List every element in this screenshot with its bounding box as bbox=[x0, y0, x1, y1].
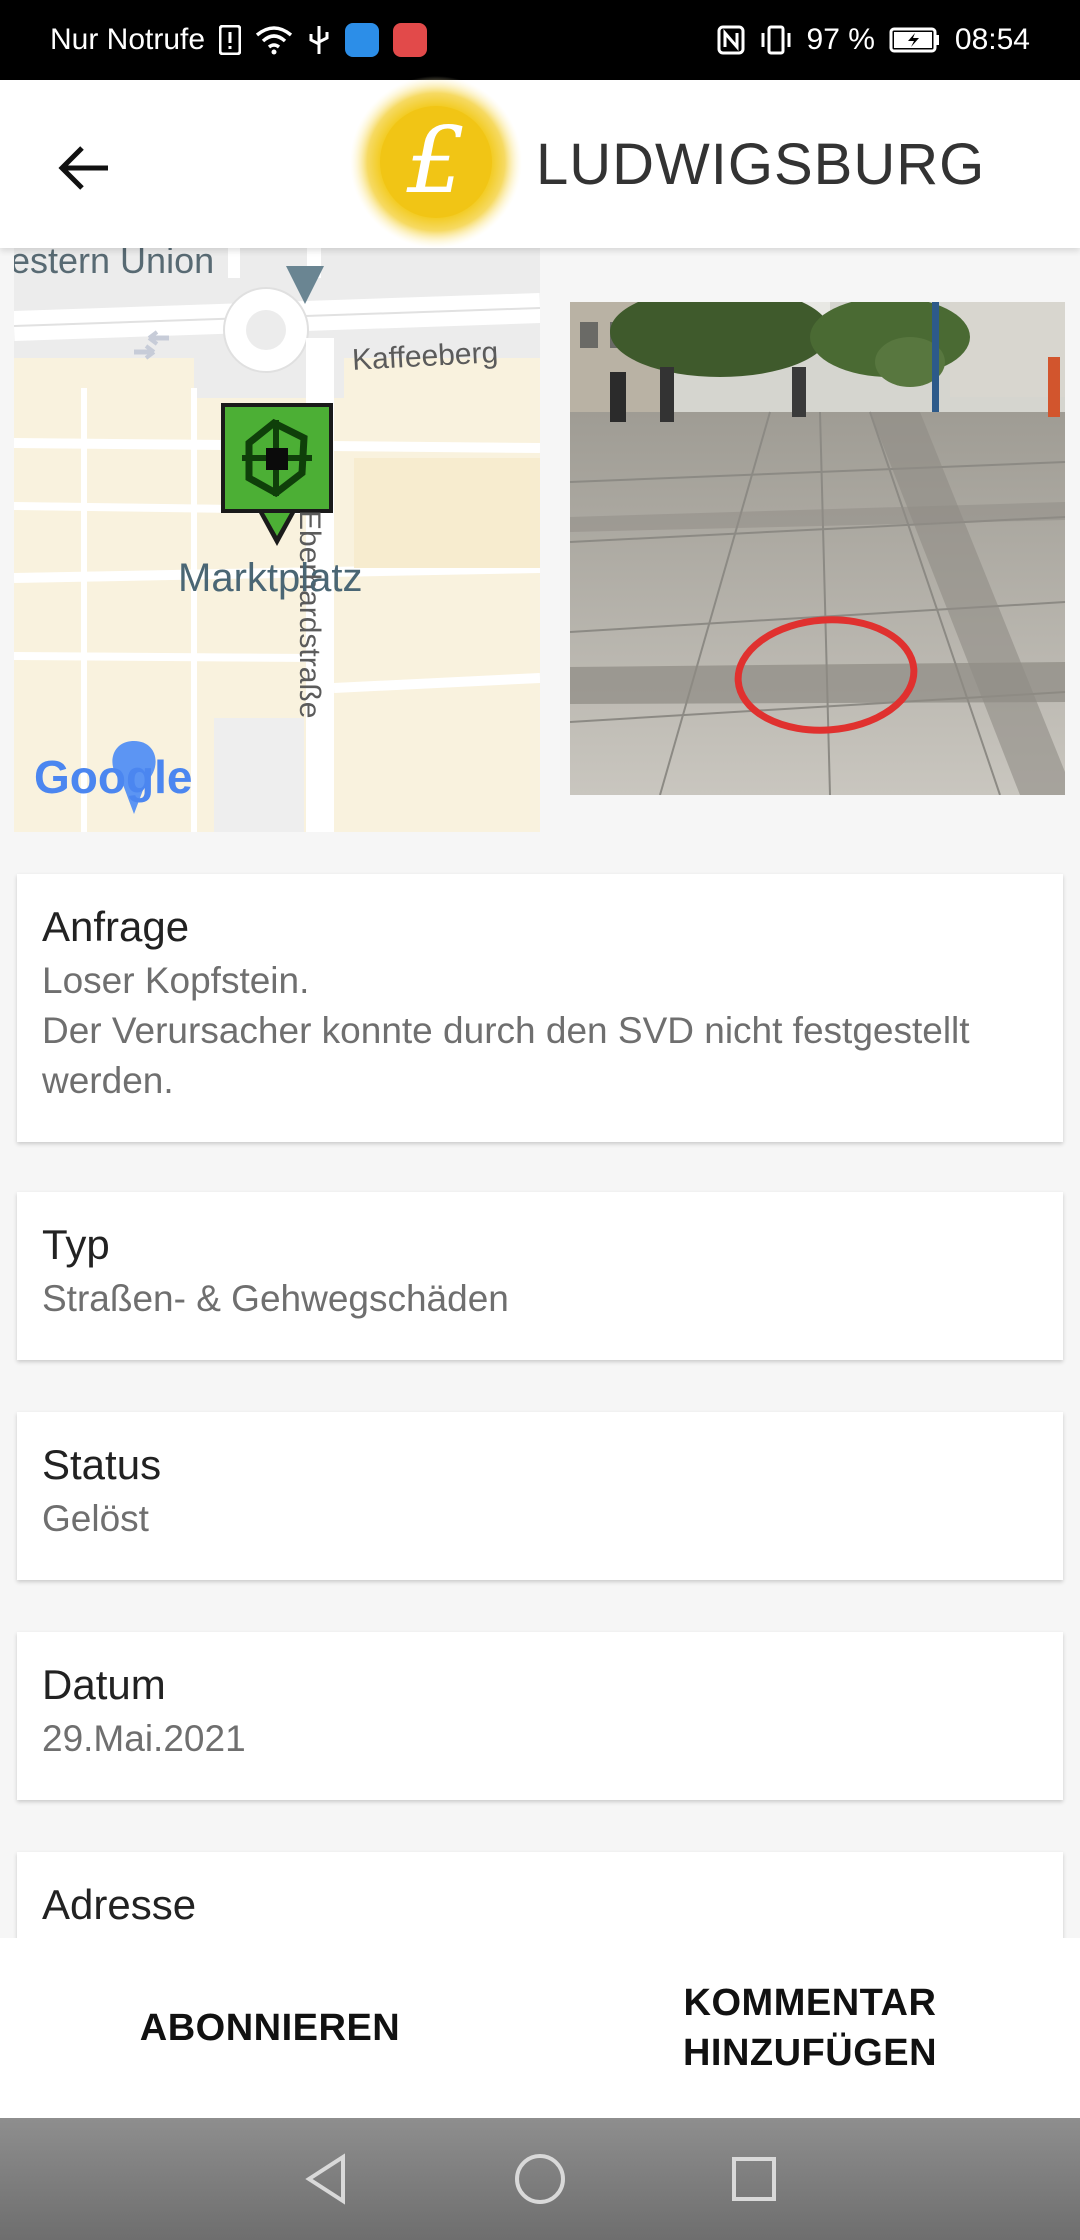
card-title: Typ bbox=[42, 1221, 110, 1268]
battery-charging-icon bbox=[889, 26, 941, 54]
location-map[interactable]: estern Union Kaffeeberg Eberhardstraße M… bbox=[14, 248, 540, 832]
huawei-notification-icon bbox=[393, 23, 428, 57]
subscribe-button[interactable]: ABONNIEREN bbox=[0, 1938, 540, 2118]
card-value: Loser Kopfstein. Der Verursacher konnte … bbox=[42, 960, 970, 1101]
add-comment-button[interactable]: KOMMENTAR HINZUFÜGEN bbox=[540, 1938, 1080, 2118]
map-canvas bbox=[14, 248, 540, 832]
ludwigsburg-emblem-icon: £ bbox=[350, 76, 522, 248]
system-navigation-bar bbox=[0, 2118, 1080, 2240]
square-recents-icon bbox=[732, 2157, 776, 2201]
back-button[interactable] bbox=[48, 132, 120, 204]
card-value: Gelöst bbox=[42, 1498, 149, 1539]
report-photo[interactable] bbox=[570, 302, 1065, 795]
status-bar: Nur Notrufe 97 % 08:54 bbox=[0, 0, 1080, 80]
logo-letter: £ bbox=[406, 107, 466, 214]
nav-home-button[interactable] bbox=[508, 2147, 572, 2211]
card-value: 29.Mai.2021 bbox=[42, 1718, 246, 1759]
photo-canvas bbox=[570, 302, 1065, 795]
usb-icon bbox=[307, 24, 331, 56]
card-typ: Typ Straßen- & Gehwegschäden bbox=[17, 1192, 1063, 1360]
nav-back-button[interactable] bbox=[294, 2147, 358, 2211]
city-logo: £ LUDWIGSBURG bbox=[350, 76, 986, 248]
card-title: Anfrage bbox=[42, 903, 190, 950]
carrier-text: Nur Notrufe bbox=[50, 23, 206, 56]
arrow-left-icon bbox=[58, 146, 108, 190]
card-value: Straßen- & Gehwegschäden bbox=[42, 1278, 509, 1319]
map-label-poi: estern Union bbox=[14, 248, 215, 281]
map-label-marktplatz: Marktplatz bbox=[178, 556, 363, 600]
card-datum: Datum 29.Mai.2021 bbox=[17, 1632, 1063, 1800]
card-title: Adresse bbox=[42, 1881, 197, 1928]
google-attribution: Google bbox=[34, 751, 193, 803]
map-label-eberhardstrasse: Eberhardstraße bbox=[293, 510, 326, 719]
triangle-back-icon bbox=[305, 2153, 345, 2205]
app-notification-icon bbox=[345, 23, 380, 57]
battery-percent: 97 % bbox=[806, 23, 875, 56]
nav-recents-button[interactable] bbox=[722, 2147, 786, 2211]
card-status: Status Gelöst bbox=[17, 1412, 1063, 1580]
card-anfrage: Anfrage Loser Kopfstein. Der Verursacher… bbox=[17, 874, 1063, 1142]
card-title: Datum bbox=[42, 1661, 166, 1708]
clock: 08:54 bbox=[954, 23, 1030, 56]
nfc-icon bbox=[717, 25, 745, 55]
circle-home-icon bbox=[515, 2154, 565, 2204]
sim-alert-icon bbox=[219, 25, 242, 55]
app-bar: £ LUDWIGSBURG bbox=[0, 76, 1080, 248]
action-bar: ABONNIEREN KOMMENTAR HINZUFÜGEN bbox=[0, 1938, 1080, 2118]
logo-text: LUDWIGSBURG bbox=[536, 131, 986, 197]
card-title: Status bbox=[42, 1441, 162, 1488]
vibrate-icon bbox=[759, 25, 793, 55]
wifi-icon bbox=[255, 25, 293, 55]
